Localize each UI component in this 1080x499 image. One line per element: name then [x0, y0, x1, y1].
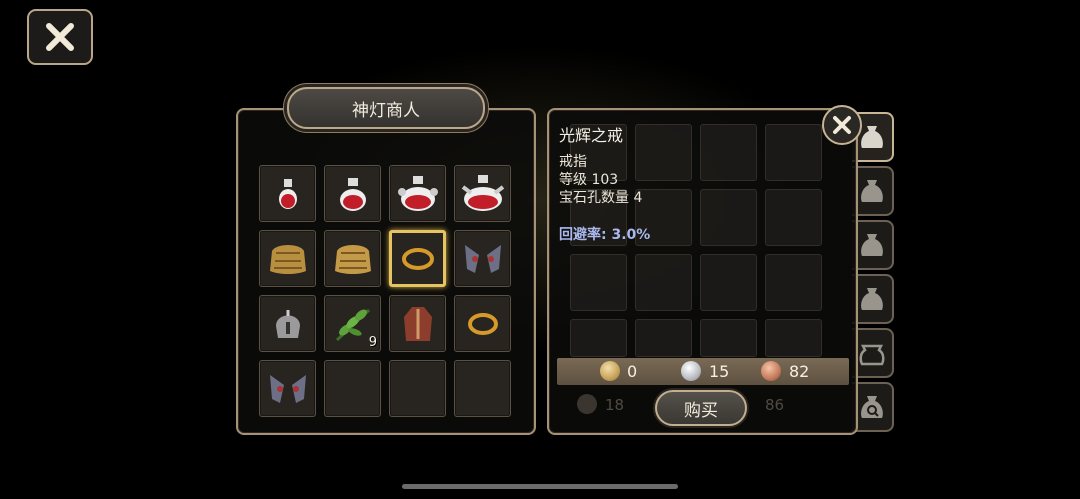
- item-slot[interactable]: [389, 295, 446, 352]
- item-name: 光辉之戒: [559, 126, 624, 145]
- background-slot: [765, 189, 822, 246]
- leather-robe-icon: [403, 306, 432, 341]
- bag-tab-4[interactable]: [852, 274, 894, 324]
- item-count: 9: [368, 335, 377, 350]
- bag-icon: [861, 126, 883, 148]
- item-slot[interactable]: 9: [324, 295, 381, 352]
- background-gold-amount: 18: [605, 396, 625, 414]
- background-slot: [635, 124, 692, 181]
- gold-coin-icon: [600, 361, 620, 381]
- merchant-item-grid: 9: [259, 165, 513, 419]
- background-slot: [635, 319, 692, 357]
- bag-search-tab[interactable]: [852, 382, 894, 432]
- price-gold: 0: [627, 362, 638, 381]
- price-silver: 15: [709, 362, 730, 381]
- item-type: 戒指: [559, 154, 587, 170]
- game-scene-background: [0, 0, 1080, 499]
- item-slot[interactable]: [454, 230, 511, 287]
- item-slot[interactable]: [389, 165, 446, 222]
- medium-red-potion-icon: [339, 177, 366, 211]
- spiked-gauntlets-icon: [269, 374, 306, 403]
- background-copper-amount: 86: [765, 396, 785, 414]
- huge-red-potion-icon: [461, 174, 504, 211]
- ring-icon: [401, 247, 434, 270]
- background-slot: [700, 189, 757, 246]
- gold-armor-alt-icon: [334, 244, 371, 274]
- bag-icon: [861, 180, 883, 202]
- background-slot: [765, 124, 822, 181]
- item-gem-slots: 宝石孔数量 4: [559, 190, 643, 206]
- close-icon: [833, 116, 851, 134]
- background-slot: [635, 254, 692, 311]
- buy-button[interactable]: 购买: [655, 390, 747, 426]
- bag-icon: [861, 288, 883, 310]
- steel-helmet-icon: [275, 309, 300, 338]
- item-slot[interactable]: [259, 360, 316, 417]
- item-slot[interactable]: [259, 295, 316, 352]
- merchant-title: 神灯商人: [287, 87, 485, 129]
- item-slot[interactable]: [454, 295, 511, 352]
- silver-coin-icon: [681, 361, 701, 381]
- copper-coin-icon: [761, 361, 781, 381]
- open-bag-icon: [859, 344, 885, 366]
- bag-search-icon: [861, 396, 883, 418]
- background-slot: [570, 254, 627, 311]
- close-button[interactable]: [27, 9, 93, 65]
- background-gold-coin-icon: [577, 394, 597, 414]
- close-icon: [46, 23, 74, 51]
- small-red-potion-icon: [278, 178, 297, 209]
- bag-tab-5[interactable]: [852, 328, 894, 378]
- item-slot[interactable]: [324, 165, 381, 222]
- background-slot: [765, 319, 822, 357]
- item-stat-evasion: 回避率: 3.0%: [559, 227, 651, 243]
- bag-tab-3[interactable]: [852, 220, 894, 270]
- empty-slot[interactable]: [454, 360, 511, 417]
- bag-icon: [861, 234, 883, 256]
- home-indicator[interactable]: [402, 484, 678, 489]
- price-copper: 82: [789, 362, 810, 381]
- item-slot-selected[interactable]: [389, 230, 446, 287]
- gold-ring-icon: [467, 312, 498, 335]
- background-slot: [700, 254, 757, 311]
- gold-armor-icon: [269, 244, 306, 274]
- empty-slot[interactable]: [324, 360, 381, 417]
- item-level: 等级 103: [559, 172, 619, 188]
- background-slot: [765, 254, 822, 311]
- item-slot[interactable]: [259, 230, 316, 287]
- large-red-potion-icon: [397, 175, 438, 211]
- item-slot[interactable]: [259, 165, 316, 222]
- background-slot: [700, 124, 757, 181]
- background-slot: [570, 319, 627, 357]
- item-slot[interactable]: [454, 165, 511, 222]
- empty-slot[interactable]: [389, 360, 446, 417]
- bag-tab-2[interactable]: [852, 166, 894, 216]
- background-slot: [700, 319, 757, 357]
- spiked-gauntlets-icon: [464, 244, 501, 273]
- detail-close-button[interactable]: [822, 105, 862, 145]
- item-slot[interactable]: [324, 230, 381, 287]
